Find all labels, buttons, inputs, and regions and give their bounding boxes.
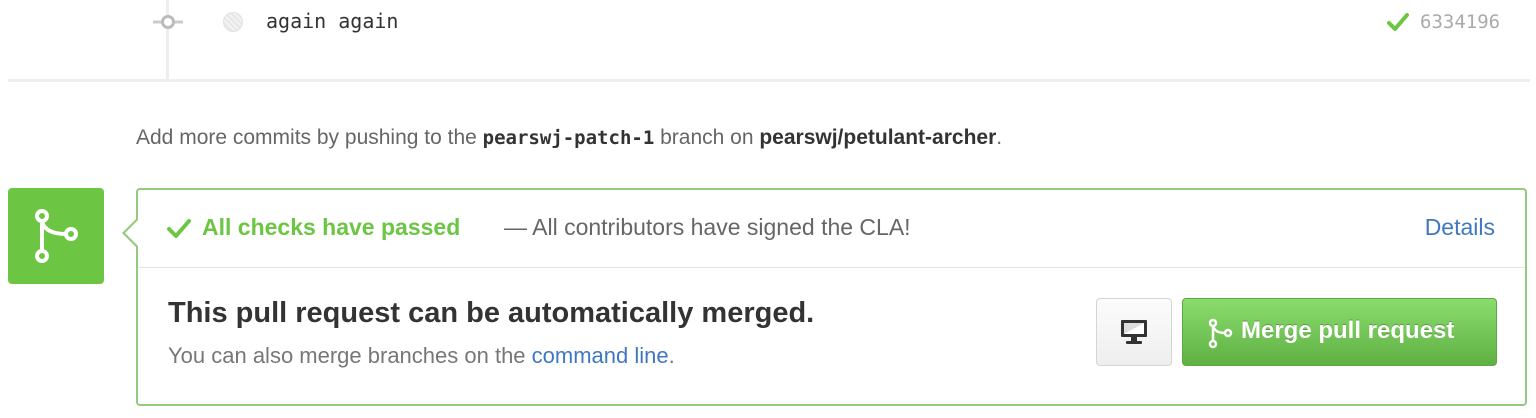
branch-name: pearswj-patch-1 <box>482 127 655 149</box>
merge-box: All checks have passed — All contributor… <box>122 188 1527 406</box>
merge-status-badge <box>8 188 104 284</box>
push-note-suffix: . <box>996 126 1003 149</box>
push-note: Add more commits by pushing to the pears… <box>136 126 1002 150</box>
git-merge-icon <box>1208 318 1233 349</box>
checks-description-text: All contributors have signed the CLA! <box>532 214 911 240</box>
checks-title: All checks have passed <box>202 214 461 240</box>
merge-button-label: Merge pull request <box>1241 317 1455 344</box>
monitor-icon <box>1121 320 1147 344</box>
git-merge-icon <box>35 209 78 263</box>
merge-title: This pull request can be automatically m… <box>168 297 815 329</box>
check-icon[interactable] <box>1386 10 1410 34</box>
push-note-middle: branch on <box>654 126 760 149</box>
merge-box-pointer-inner <box>125 219 139 247</box>
commit-sha[interactable]: 6334196 <box>1420 11 1500 33</box>
command-line-button[interactable] <box>1096 298 1172 366</box>
checks-separator: — <box>504 214 533 240</box>
author-avatar[interactable] <box>223 12 243 32</box>
check-icon <box>167 219 191 238</box>
checks-row: All checks have passed — All contributor… <box>138 190 1525 268</box>
commit-row: again again 6334196 <box>0 0 1530 48</box>
merge-pull-request-button[interactable]: Merge pull request <box>1182 298 1497 366</box>
merge-subtitle-prefix: You can also merge branches on the <box>168 343 532 368</box>
details-link[interactable]: Details <box>1425 214 1495 241</box>
command-line-link[interactable]: command line <box>532 343 669 368</box>
merge-subtitle: You can also merge branches on the comma… <box>168 343 675 369</box>
checks-description: — All contributors have signed the CLA! <box>504 214 911 241</box>
merge-subtitle-suffix: . <box>668 343 675 368</box>
push-note-prefix: Add more commits by pushing to the <box>136 126 483 149</box>
commit-message[interactable]: again again <box>266 9 398 33</box>
repo-name: pearswj/petulant-archer <box>759 126 997 149</box>
commit-node-icon <box>153 15 183 29</box>
divider <box>8 79 1530 82</box>
